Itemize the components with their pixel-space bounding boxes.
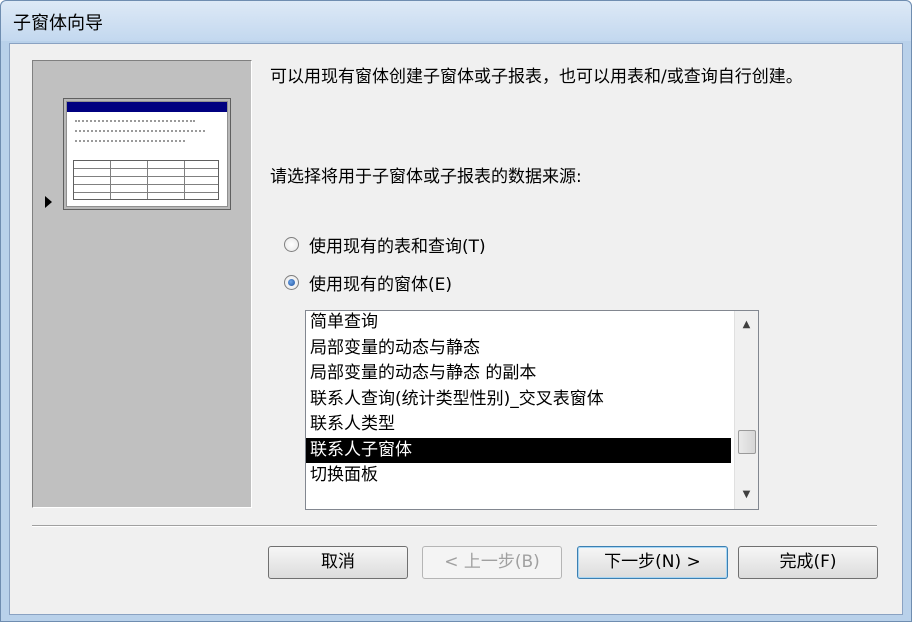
list-item[interactable]: 简单查询 [306,311,731,336]
wizard-client-area: 可以用现有窗体创建子窗体或子报表，也可以用表和/或查询自行创建。 请选择将用于子… [9,43,903,615]
radio-button-checked-icon[interactable] [284,275,299,290]
preview-panel [32,60,252,508]
pointer-arrow-icon [45,196,52,208]
back-button[interactable]: < 上一步(B) [422,546,562,579]
cancel-button[interactable]: 取消 [268,546,408,579]
scroll-up-icon[interactable]: ▲ [735,315,758,335]
data-source-prompt: 请选择将用于子窗体或子报表的数据来源: [270,167,582,187]
scroll-thumb[interactable] [738,430,756,454]
title-bar[interactable]: 子窗体向导 [1,1,911,41]
form-list[interactable]: 简单查询 局部变量的动态与静态 局部变量的动态与静态 的副本 联系人查询(统计类… [305,310,759,510]
wizard-window: 子窗体向导 可以用现有窗体创建子窗体或子报表，也可以用表和/或查询自行创建。 请… [0,0,912,622]
list-item[interactable]: 联系人查询(统计类型性别)_交叉表窗体 [306,387,731,413]
option-tables-queries[interactable]: 使用现有的表和查询(T) [284,232,486,257]
finish-button[interactable]: 完成(F) [738,546,878,579]
scroll-down-icon[interactable]: ▼ [735,485,758,505]
next-button[interactable]: 下一步(N) > [577,546,728,579]
list-item[interactable]: 局部变量的动态与静态 的副本 [306,361,731,387]
subform-preview-icon [63,98,231,210]
list-item[interactable]: 联系人类型 [306,412,731,438]
option-label: 使用现有的窗体(E) [309,275,453,295]
wizard-description: 可以用现有窗体创建子窗体或子报表，也可以用表和/或查询自行创建。 [270,67,803,87]
list-scrollbar[interactable]: ▲ ▼ [734,311,758,509]
option-label: 使用现有的表和查询(T) [309,237,486,257]
list-item-selected[interactable]: 联系人子窗体 [306,437,731,463]
list-item[interactable]: 局部变量的动态与静态 [306,336,731,362]
divider [32,525,877,527]
list-item[interactable]: 切换面板 [306,463,731,489]
radio-button-icon[interactable] [284,237,299,252]
window-title: 子窗体向导 [13,13,103,34]
option-existing-forms[interactable]: 使用现有的窗体(E) [284,270,452,295]
